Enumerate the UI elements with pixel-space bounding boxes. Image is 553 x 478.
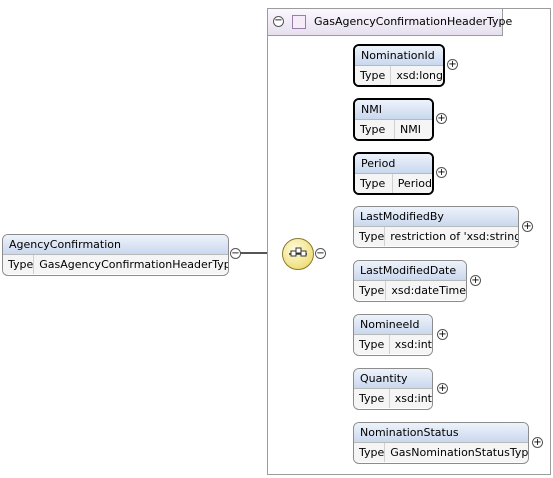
complex-type-collapse-icon[interactable]: − xyxy=(273,16,284,27)
element-period[interactable]: Period Type Period xyxy=(353,152,434,195)
sequence-collapse-icon[interactable]: − xyxy=(315,248,326,259)
element-name: LastModifiedBy xyxy=(354,207,518,227)
type-label: Type xyxy=(354,281,387,300)
complex-type-name: GasAgencyConfirmationHeaderType xyxy=(314,15,513,28)
element-nomination-status[interactable]: NominationStatus Type GasNominationStatus… xyxy=(353,422,529,464)
expand-period-icon[interactable]: + xyxy=(436,167,447,178)
type-value: restriction of 'xsd:string' xyxy=(390,230,519,243)
element-last-modified-by[interactable]: LastModifiedBy Type restriction of 'xsd:s… xyxy=(353,206,519,248)
type-value: xsd:long xyxy=(396,69,443,82)
root-element-agency-confirmation[interactable]: AgencyConfirmation Type GasAgencyConfirm… xyxy=(2,234,229,276)
expand-last-modified-by-icon[interactable]: + xyxy=(522,221,533,232)
type-label: Type xyxy=(354,389,390,408)
element-name: NominationStatus xyxy=(354,423,528,443)
element-name: NominationId xyxy=(355,46,443,66)
type-label: Type xyxy=(355,66,392,85)
element-name: NMI xyxy=(355,100,432,120)
complex-type-icon xyxy=(292,15,306,29)
root-collapse-icon[interactable]: − xyxy=(230,248,241,259)
root-type-value: GasAgencyConfirmationHeaderType xyxy=(39,258,229,271)
root-type-label: Type xyxy=(3,255,35,274)
sequence-compositor-icon[interactable] xyxy=(282,238,314,270)
element-name: LastModifiedDate xyxy=(354,261,466,281)
expand-nominee-id-icon[interactable]: + xyxy=(437,329,448,340)
type-value: xsd:dateTime xyxy=(391,284,466,297)
expand-last-modified-date-icon[interactable]: + xyxy=(470,275,481,286)
expand-nmi-icon[interactable]: + xyxy=(436,113,447,124)
sequence-glyph xyxy=(289,247,307,257)
element-nomination-id[interactable]: NominationId Type xsd:long xyxy=(353,44,445,87)
type-label: Type xyxy=(354,335,390,354)
element-last-modified-date[interactable]: LastModifiedDate Type xsd:dateTime xyxy=(353,260,467,302)
element-nominee-id[interactable]: NomineeId Type xsd:int xyxy=(353,314,433,356)
type-label: Type xyxy=(354,443,386,462)
type-label: Type xyxy=(355,174,393,193)
element-nmi[interactable]: NMI Type NMI xyxy=(353,98,434,141)
type-label: Type xyxy=(355,120,395,139)
type-label: Type xyxy=(354,227,386,246)
expand-nomination-status-icon[interactable]: + xyxy=(532,437,543,448)
element-name: Period xyxy=(355,154,432,174)
expand-quantity-icon[interactable]: + xyxy=(437,383,448,394)
type-value: xsd:int xyxy=(394,338,432,351)
complex-type-header: − GasAgencyConfirmationHeaderType xyxy=(267,8,512,36)
expand-nomination-id-icon[interactable]: + xyxy=(447,59,458,70)
type-value: xsd:int xyxy=(394,392,432,405)
type-value: Period xyxy=(397,177,432,190)
element-name: NomineeId xyxy=(354,315,432,335)
element-quantity[interactable]: Quantity Type xsd:int xyxy=(353,368,433,410)
root-element-name: AgencyConfirmation xyxy=(3,235,228,255)
type-value: GasNominationStatusType xyxy=(390,446,529,459)
type-value: NMI xyxy=(400,123,421,136)
element-name: Quantity xyxy=(354,369,432,389)
